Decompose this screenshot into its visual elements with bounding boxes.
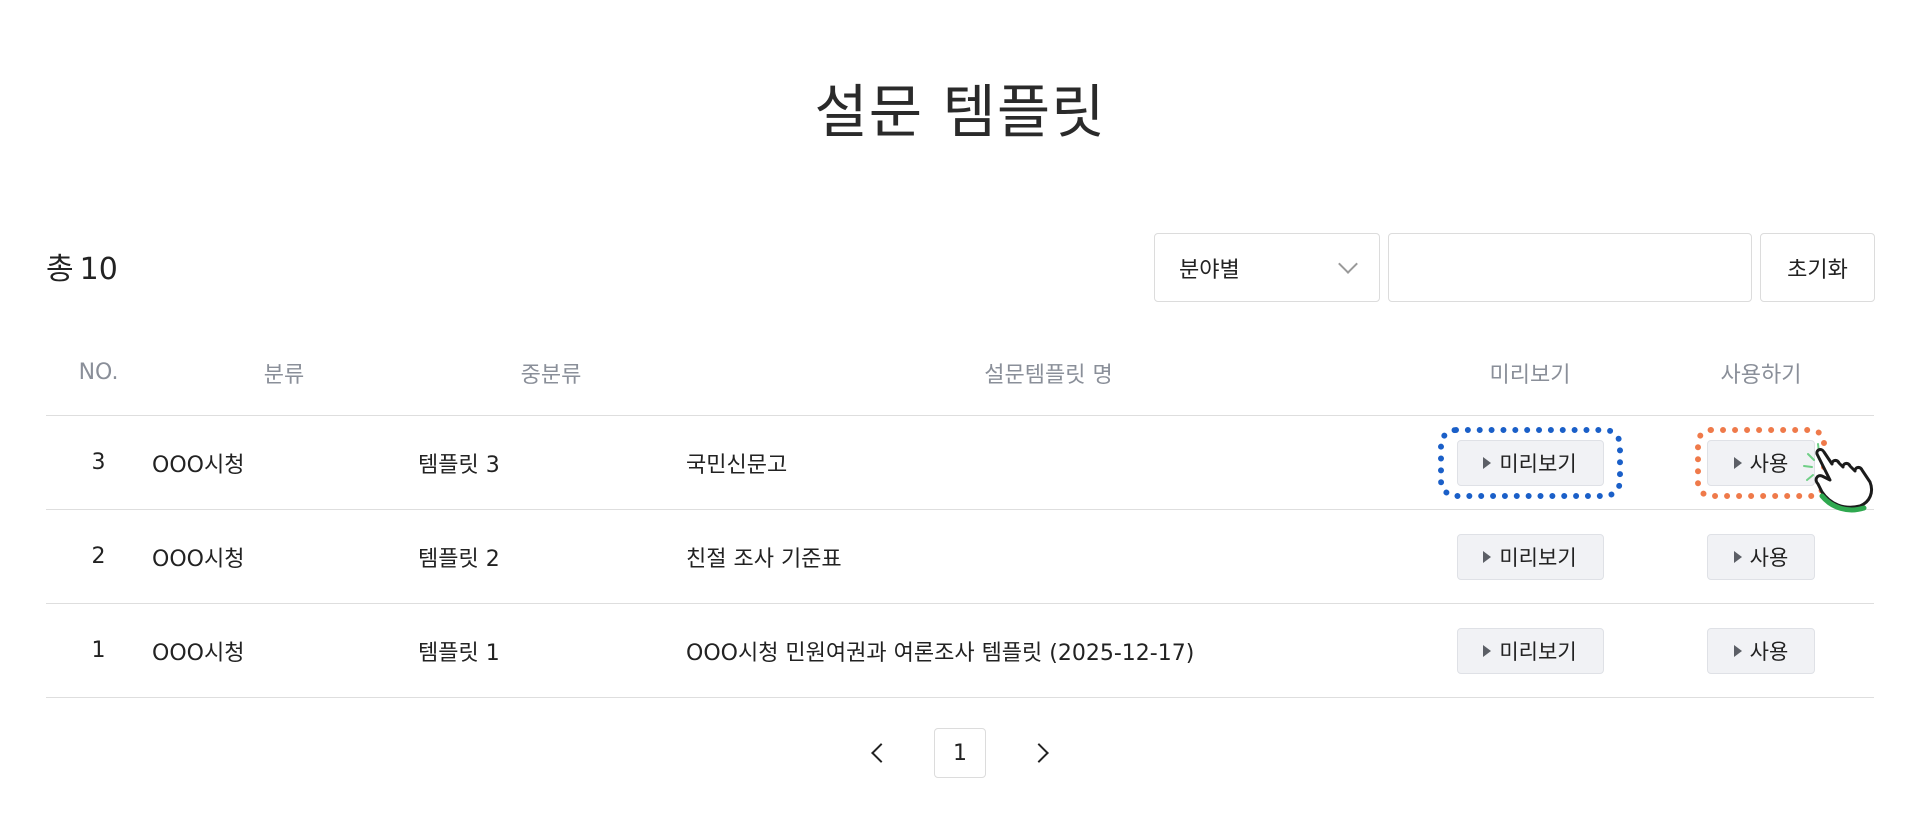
preview-button[interactable]: 미리보기 (1456, 533, 1604, 580)
play-triangle-icon (1483, 550, 1492, 563)
preview-button[interactable]: 미리보기 (1456, 627, 1604, 674)
hand-pointer-icon (1803, 443, 1874, 513)
cell-no: 2 (46, 509, 151, 604)
category-select[interactable]: 분야별 (1154, 233, 1380, 302)
col-header-no: NO. (46, 330, 151, 416)
table-row: 3 OOO시청 템플릿 3 국민신문고 미리보기 사용 (46, 415, 1874, 510)
preview-highlight: 미리보기 (1437, 426, 1623, 499)
cell-template-name: 국민신문고 (685, 415, 1412, 510)
col-header-category: 분류 (151, 330, 417, 416)
cell-template-name: OOO시청 민원여권과 여론조사 템플릿 (2025-12-17) (685, 603, 1412, 698)
cell-use: 사용 (1648, 509, 1874, 604)
preview-button-label: 미리보기 (1499, 451, 1577, 476)
cell-category: OOO시청 (151, 603, 417, 698)
reset-button[interactable]: 초기화 (1760, 233, 1875, 302)
cell-subcategory: 템플릿 2 (417, 509, 685, 604)
cell-category: OOO시청 (151, 509, 417, 604)
total-count-value: 10 (79, 252, 118, 287)
chevron-down-icon (1338, 253, 1358, 274)
table-row: 2 OOO시청 템플릿 2 친절 조사 기준표 미리보기 사용 (46, 509, 1874, 604)
cell-subcategory: 템플릿 3 (417, 415, 685, 510)
cell-subcategory: 템플릿 1 (417, 603, 685, 698)
cell-preview: 미리보기 (1412, 603, 1648, 698)
use-highlight: 사용 (1695, 426, 1827, 499)
play-triangle-icon (1483, 644, 1492, 657)
col-header-preview: 미리보기 (1412, 330, 1648, 416)
pagination: 1 (0, 728, 1920, 778)
use-button-label: 사용 (1749, 639, 1789, 664)
col-header-use: 사용하기 (1648, 330, 1874, 416)
search-input[interactable] (1388, 233, 1752, 302)
cell-preview: 미리보기 (1412, 415, 1648, 510)
chevron-left-icon[interactable] (871, 743, 891, 763)
category-select-value: 분야별 (1179, 257, 1240, 283)
filter-bar: 분야별 초기화 (1154, 233, 1875, 304)
chevron-right-icon[interactable] (1029, 743, 1049, 763)
total-count: 총 10 (46, 250, 118, 290)
preview-button[interactable]: 미리보기 (1456, 439, 1604, 486)
cell-category: OOO시청 (151, 415, 417, 510)
cell-use: 사용 (1648, 603, 1874, 698)
play-triangle-icon (1483, 456, 1492, 469)
col-header-subcategory: 중분류 (417, 330, 685, 416)
table-header-row: NO. 분류 중분류 설문템플릿 명 미리보기 사용하기 (46, 330, 1874, 416)
preview-button-label: 미리보기 (1499, 639, 1577, 664)
preview-button-label: 미리보기 (1499, 545, 1577, 570)
cell-preview: 미리보기 (1412, 509, 1648, 604)
total-label: 총 (46, 252, 74, 287)
use-button-label: 사용 (1749, 545, 1789, 570)
cell-no: 3 (46, 415, 151, 510)
play-triangle-icon (1733, 644, 1742, 657)
page-number-current[interactable]: 1 (934, 728, 986, 778)
cell-no: 1 (46, 603, 151, 698)
use-button[interactable]: 사용 (1707, 533, 1815, 580)
table-row: 1 OOO시청 템플릿 1 OOO시청 민원여권과 여론조사 템플릿 (2025… (46, 603, 1874, 698)
play-triangle-icon (1733, 550, 1742, 563)
cell-template-name: 친절 조사 기준표 (685, 509, 1412, 604)
use-button[interactable]: 사용 (1707, 439, 1815, 486)
use-button-label: 사용 (1749, 451, 1789, 476)
survey-template-page: 설문 템플릿 총 10 분야별 초기화 NO. 분류 중분류 설문템플릿 명 미리… (0, 0, 1920, 837)
play-triangle-icon (1733, 456, 1742, 469)
template-table: NO. 분류 중분류 설문템플릿 명 미리보기 사용하기 3 OOO시청 템플릿… (46, 330, 1874, 698)
page-title: 설문 템플릿 (814, 78, 1106, 146)
use-button[interactable]: 사용 (1707, 627, 1815, 674)
col-header-template-name: 설문템플릿 명 (685, 330, 1412, 416)
